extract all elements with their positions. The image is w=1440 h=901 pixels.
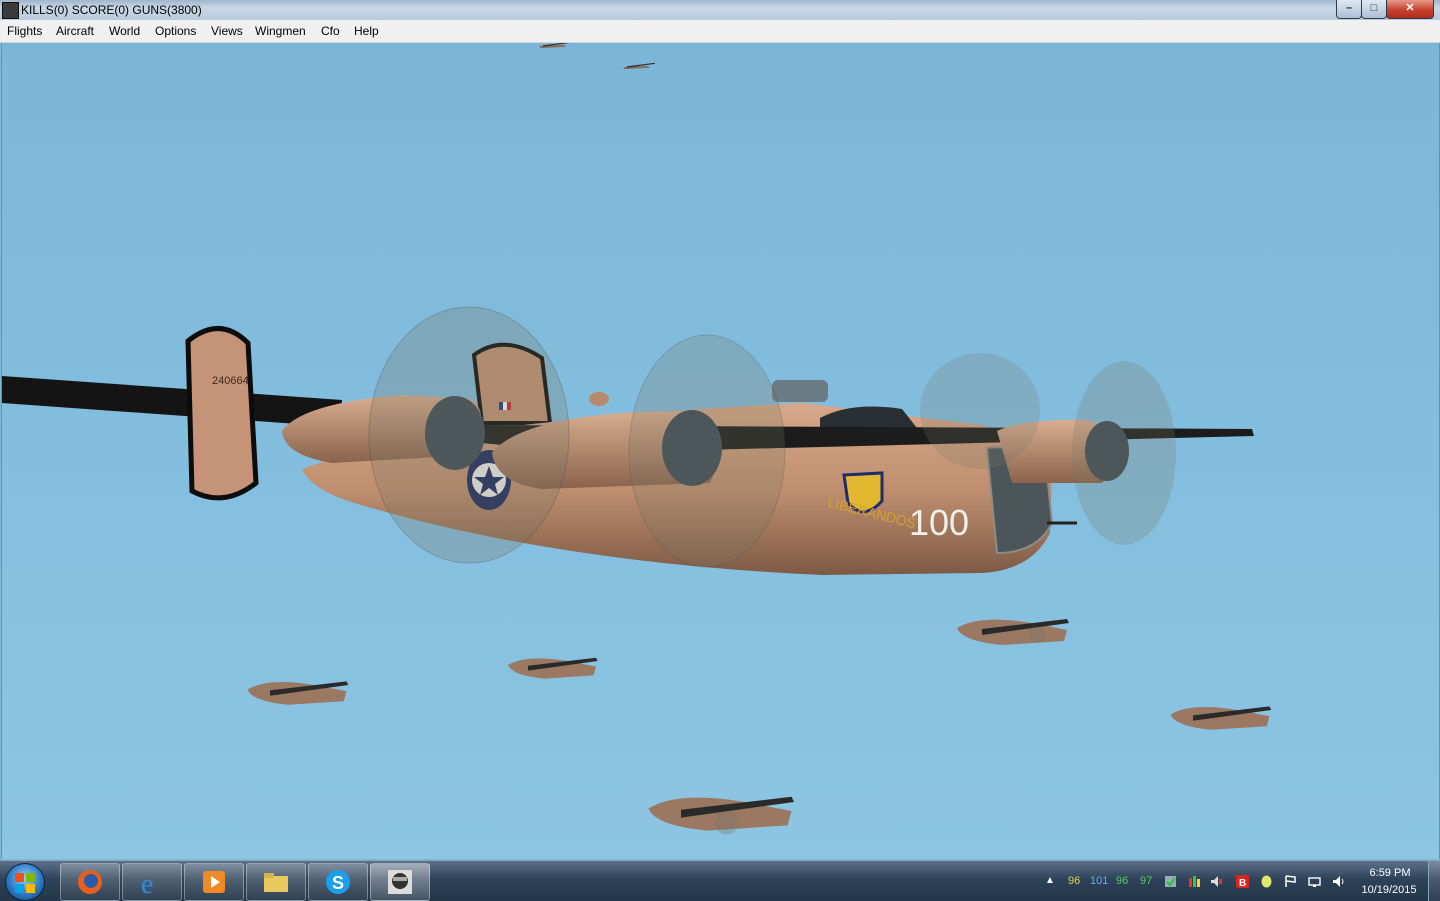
firefox-icon <box>78 870 102 894</box>
tray-readout-1[interactable]: 96 <box>1068 875 1080 887</box>
propeller-disc-1 <box>368 306 570 564</box>
taskbar-game[interactable] <box>370 863 430 901</box>
speaker-muted-icon[interactable] <box>1210 875 1223 888</box>
bomber-distant-2 <box>623 62 655 70</box>
show-desktop-button[interactable] <box>1428 861 1440 901</box>
windows-logo-icon <box>15 873 35 893</box>
folder-icon <box>264 873 288 892</box>
menu-bar: Flights Aircraft World Options Views Win… <box>0 20 1440 43</box>
tail-fin-left <box>185 326 259 501</box>
close-button[interactable]: ✕ <box>1386 0 1434 19</box>
propeller-disc-4 <box>1072 361 1176 545</box>
internet-explorer-icon: e <box>141 869 153 896</box>
monitor-bars-icon[interactable] <box>1188 875 1201 888</box>
clock-date[interactable]: 10/19/2015 <box>1356 884 1422 896</box>
clock-time[interactable]: 6:59 PM <box>1360 867 1420 879</box>
menu-help[interactable]: Help <box>354 24 379 38</box>
menu-wingmen[interactable]: Wingmen <box>255 24 306 38</box>
pilot-game-icon <box>388 870 412 894</box>
menu-flights[interactable]: Flights <box>7 24 42 38</box>
maximize-button[interactable]: □ <box>1361 0 1387 19</box>
tray-readout-3[interactable]: 96 <box>1116 875 1128 887</box>
menu-views[interactable]: Views <box>211 24 243 38</box>
skype-icon: S <box>326 870 350 894</box>
taskbar-explorer[interactable] <box>246 863 306 901</box>
main-bomber: 240664 LIBERANDOS 100 <box>2 306 1254 575</box>
tail-serial: 240664 <box>212 375 249 387</box>
propeller-disc-3 <box>920 353 1040 469</box>
taskbar-skype[interactable]: S <box>308 863 368 901</box>
media-player-icon <box>203 871 225 893</box>
top-turret <box>772 380 828 402</box>
svg-text:B: B <box>1239 878 1246 888</box>
taskbar: e S ▲ 96 101 96 97 B 6:59 PM 10/19/2015 <box>0 860 1440 901</box>
astrodome <box>589 392 609 406</box>
title-bar: KILLS(0) SCORE(0) GUNS(3800) – □ ✕ <box>0 0 1440 20</box>
network-icon[interactable] <box>1308 875 1321 888</box>
bomber-distant-1 <box>539 43 570 49</box>
app-icon[interactable] <box>2 2 19 19</box>
show-hidden-icons-icon[interactable]: ▲ <box>1045 875 1058 888</box>
left-wing <box>2 376 342 427</box>
bomber-formation-5 <box>648 796 795 835</box>
minimize-button[interactable]: – <box>1336 0 1362 19</box>
svg-text:e: e <box>141 869 153 896</box>
bomber-formation-3 <box>247 681 349 705</box>
volume-icon[interactable] <box>1332 875 1345 888</box>
menu-world[interactable]: World <box>109 24 140 38</box>
bomber-formation-1 <box>957 619 1069 645</box>
start-button[interactable] <box>5 863 45 901</box>
action-center-flag-icon[interactable] <box>1284 875 1297 888</box>
menu-options[interactable]: Options <box>155 24 196 38</box>
menu-aircraft[interactable]: Aircraft <box>56 24 94 38</box>
bomber-formation-2 <box>508 657 598 679</box>
tray-readout-4[interactable]: 97 <box>1140 875 1152 887</box>
menu-cfo[interactable]: Cfo <box>321 24 340 38</box>
svg-text:S: S <box>332 873 344 893</box>
window-title: KILLS(0) SCORE(0) GUNS(3800) <box>21 3 202 17</box>
flight-view[interactable]: 240664 LIBERANDOS 100 <box>1 43 1440 859</box>
tray-readout-2[interactable]: 101 <box>1090 875 1108 887</box>
taskbar-firefox[interactable] <box>60 863 120 901</box>
leaf-icon[interactable] <box>1260 875 1273 888</box>
security-icon[interactable] <box>1164 875 1177 888</box>
taskbar-internet-explorer[interactable]: e <box>122 863 182 901</box>
flight-scene: 240664 LIBERANDOS 100 <box>2 43 1272 835</box>
aircraft-number: 100 <box>909 502 969 543</box>
taskbar-media-player[interactable] <box>184 863 244 901</box>
bomber-formation-4 <box>1170 706 1272 730</box>
b-app-icon[interactable]: B <box>1236 875 1249 888</box>
propeller-disc-2 <box>628 334 786 568</box>
